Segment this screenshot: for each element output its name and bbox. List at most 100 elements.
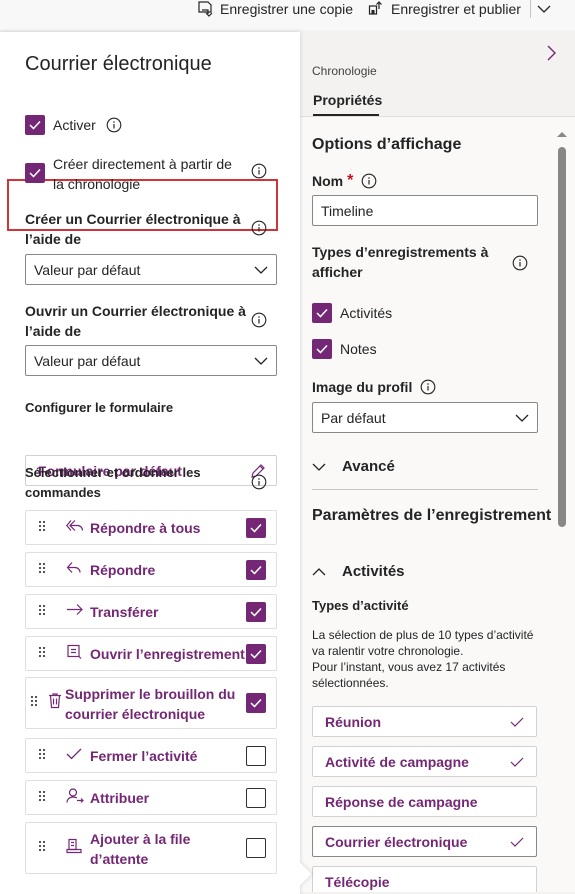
command-checkbox[interactable] [246,643,266,664]
command-row[interactable]: Ajouter à la file d’attente [25,822,277,874]
drag-handle-icon[interactable] [38,603,46,621]
save-copy-button[interactable]: Enregistrer une copie [197,0,353,18]
activity-types-label: Types d’activité [312,598,409,613]
activities-label: Activités [340,305,393,321]
profile-image-dropdown[interactable]: Par défaut [312,402,538,433]
command-label: Répondre à tous [90,520,201,536]
activity-type-item[interactable]: Réponse de campagne [312,786,537,817]
forward-arrow-icon [66,602,84,621]
command-label: Transférer [90,604,159,620]
drag-handle-icon[interactable] [38,839,46,857]
command-bar: Enregistrer une copie Enregistrer et pub… [0,0,575,30]
enable-checkbox[interactable] [25,115,45,135]
scrollbar-thumb[interactable] [558,147,566,527]
drag-handle-icon[interactable] [38,561,46,579]
info-icon[interactable] [251,474,267,490]
more-options-chevron[interactable] [537,0,551,18]
command-checkbox[interactable] [246,517,266,538]
display-options-title: Options d’affichage [312,136,462,153]
required-mark: * [347,172,354,189]
flyout-title: Courrier électronique [25,53,212,75]
chevron-down-icon [254,266,268,274]
activity-type-item[interactable]: Courrier électronique [312,826,537,857]
record-settings-title: Paramètres de l’enregistrement [312,507,552,524]
info-icon[interactable] [361,173,377,189]
activities-section-toggle[interactable]: Activités [312,563,405,580]
checkmark-icon [510,837,524,847]
select-commands-label: Sélectionner et ordonner les commandes [25,465,201,500]
command-row[interactable]: Fermer l’activité [25,738,277,773]
notes-checkbox-row[interactable]: Notes [312,339,377,359]
command-row[interactable]: Ouvrir l’enregistrement [25,636,277,671]
info-icon[interactable] [251,312,267,328]
drag-handle-icon[interactable] [38,519,46,537]
chevron-up-icon [312,567,326,575]
command-row[interactable]: Répondre [25,552,277,587]
command-checkbox[interactable] [246,601,266,622]
activity-type-item[interactable]: Télécopie [312,866,537,892]
command-row[interactable]: Supprimer le brouillon du courrier électr… [25,677,277,729]
save-publish-button[interactable]: Enregistrer et publier [368,0,521,18]
properties-scroll-area: Options d’affichage Nom * Timeline Types… [300,116,575,892]
save-copy-label: Enregistrer une copie [220,1,354,17]
advanced-section-toggle[interactable]: Avancé [312,458,395,475]
checkmark-icon [250,649,262,659]
command-label: Ouvrir l’enregistrement [90,646,245,662]
name-label: Nom [312,173,344,189]
drag-handle-icon[interactable] [38,789,46,807]
enable-checkbox-row[interactable]: Activer [25,115,122,135]
open-record-icon [66,643,82,664]
drag-handle-icon[interactable] [38,645,46,663]
info-icon[interactable] [251,220,267,236]
create-from-timeline-checkbox[interactable] [25,163,45,183]
checkmark-icon [66,747,82,765]
activities-checkbox-row[interactable]: Activités [312,303,392,323]
command-label: Supprimer le brouillon du courrier électr… [65,686,236,722]
tab-properties[interactable]: Propriétés [313,92,382,108]
command-row[interactable]: Répondre à tous [25,510,277,545]
save-copy-icon [198,1,213,17]
checkmark-icon [316,344,328,354]
open-using-label: Ouvrir un Courrier électronique à l’aide… [25,303,246,339]
command-checkbox[interactable] [246,693,266,713]
properties-pane: Chronologie Propriétés Options d’afficha… [300,32,575,892]
checkmark-icon [250,565,262,575]
checkmark-icon [250,607,262,617]
activity-type-item[interactable]: Activité de campagne [312,746,537,777]
chevron-down-icon [254,357,268,365]
chevron-down-icon [537,5,551,13]
info-icon[interactable] [512,255,528,271]
command-checkbox[interactable] [246,745,266,766]
person-assign-icon [66,787,84,808]
reply-all-icon [66,518,84,537]
drag-handle-icon[interactable] [30,694,38,712]
breadcrumb: Chronologie [312,64,377,78]
notes-checkbox[interactable] [312,339,332,359]
info-icon[interactable] [251,163,267,179]
drag-handle-icon[interactable] [38,747,46,765]
activity-type-label: Réponse de campagne [325,793,478,810]
command-checkbox[interactable] [246,787,266,808]
checkmark-icon [250,698,262,708]
chevron-right-icon [547,45,556,61]
activities-checkbox[interactable] [312,303,332,323]
create-using-label: Créer un Courrier électronique à l’aide … [25,211,241,247]
save-publish-label: Enregistrer et publier [391,1,521,17]
command-label: Ajouter à la file d’attente [90,831,191,867]
queue-icon [66,838,82,859]
open-using-dropdown[interactable]: Valeur par défaut [25,345,277,376]
record-types-label: Types d’enregistrements à afficher [312,244,489,280]
scroll-up-arrow[interactable] [556,125,568,143]
configure-form-label: Configurer le formulaire [25,400,174,415]
command-checkbox[interactable] [246,838,266,858]
name-input[interactable]: Timeline [312,195,538,226]
activity-type-item[interactable]: Réunion [312,706,537,737]
info-icon[interactable] [420,379,436,395]
create-using-dropdown[interactable]: Valeur par défaut [25,254,277,285]
command-checkbox[interactable] [246,559,266,580]
enable-label: Activer [53,117,96,133]
info-icon[interactable] [106,117,122,133]
command-row[interactable]: Transférer [25,594,277,629]
command-row[interactable]: Attribuer [25,780,277,815]
collapse-pane-button[interactable] [545,44,557,67]
